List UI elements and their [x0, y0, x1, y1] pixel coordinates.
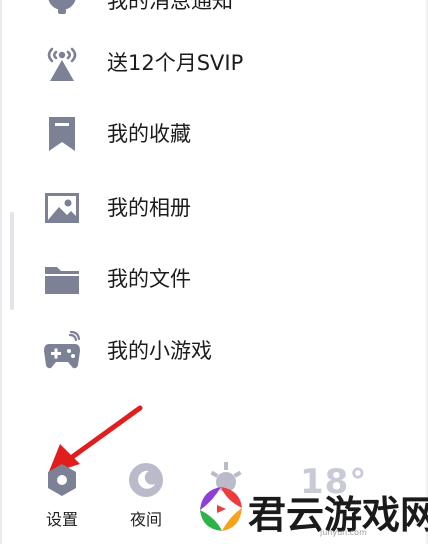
- moon-icon: [129, 463, 163, 497]
- night-mode-label: 夜间: [129, 510, 162, 529]
- menu-item-label: 送12个月SVIP: [107, 51, 244, 75]
- folder-icon: [45, 267, 79, 294]
- watermark-logo-icon: [200, 487, 242, 531]
- settings-hexagon-icon: [48, 464, 76, 496]
- menu-item-label: 我的收藏: [107, 122, 191, 146]
- watermark-subtext: junyun.com: [320, 528, 367, 537]
- menu-item-favorites[interactable]: 我的收藏: [0, 106, 428, 162]
- site-watermark: 君云游戏网 junyun.com: [190, 470, 428, 544]
- settings-label: 设置: [45, 510, 78, 529]
- menu-item-label: 我的小游戏: [107, 339, 212, 363]
- image-icon: [45, 193, 79, 223]
- broadcast-tower-icon: [47, 47, 77, 81]
- settings-button[interactable]: 设置: [32, 462, 92, 534]
- menu-item-label: 我的消息通知: [107, 0, 233, 13]
- menu-item-files[interactable]: 我的文件: [0, 251, 428, 307]
- bookmark-icon: [49, 117, 75, 151]
- bell-icon: [48, 0, 76, 14]
- night-mode-button[interactable]: 夜间: [116, 462, 176, 534]
- menu-item-label: 我的相册: [107, 196, 191, 220]
- menu-item-label: 我的文件: [107, 267, 191, 291]
- menu-item-svip[interactable]: 送12个月SVIP: [0, 35, 428, 91]
- menu-item-album[interactable]: 我的相册: [0, 180, 428, 236]
- gamepad-icon: [44, 331, 81, 369]
- menu-item-games[interactable]: 我的小游戏: [0, 323, 428, 379]
